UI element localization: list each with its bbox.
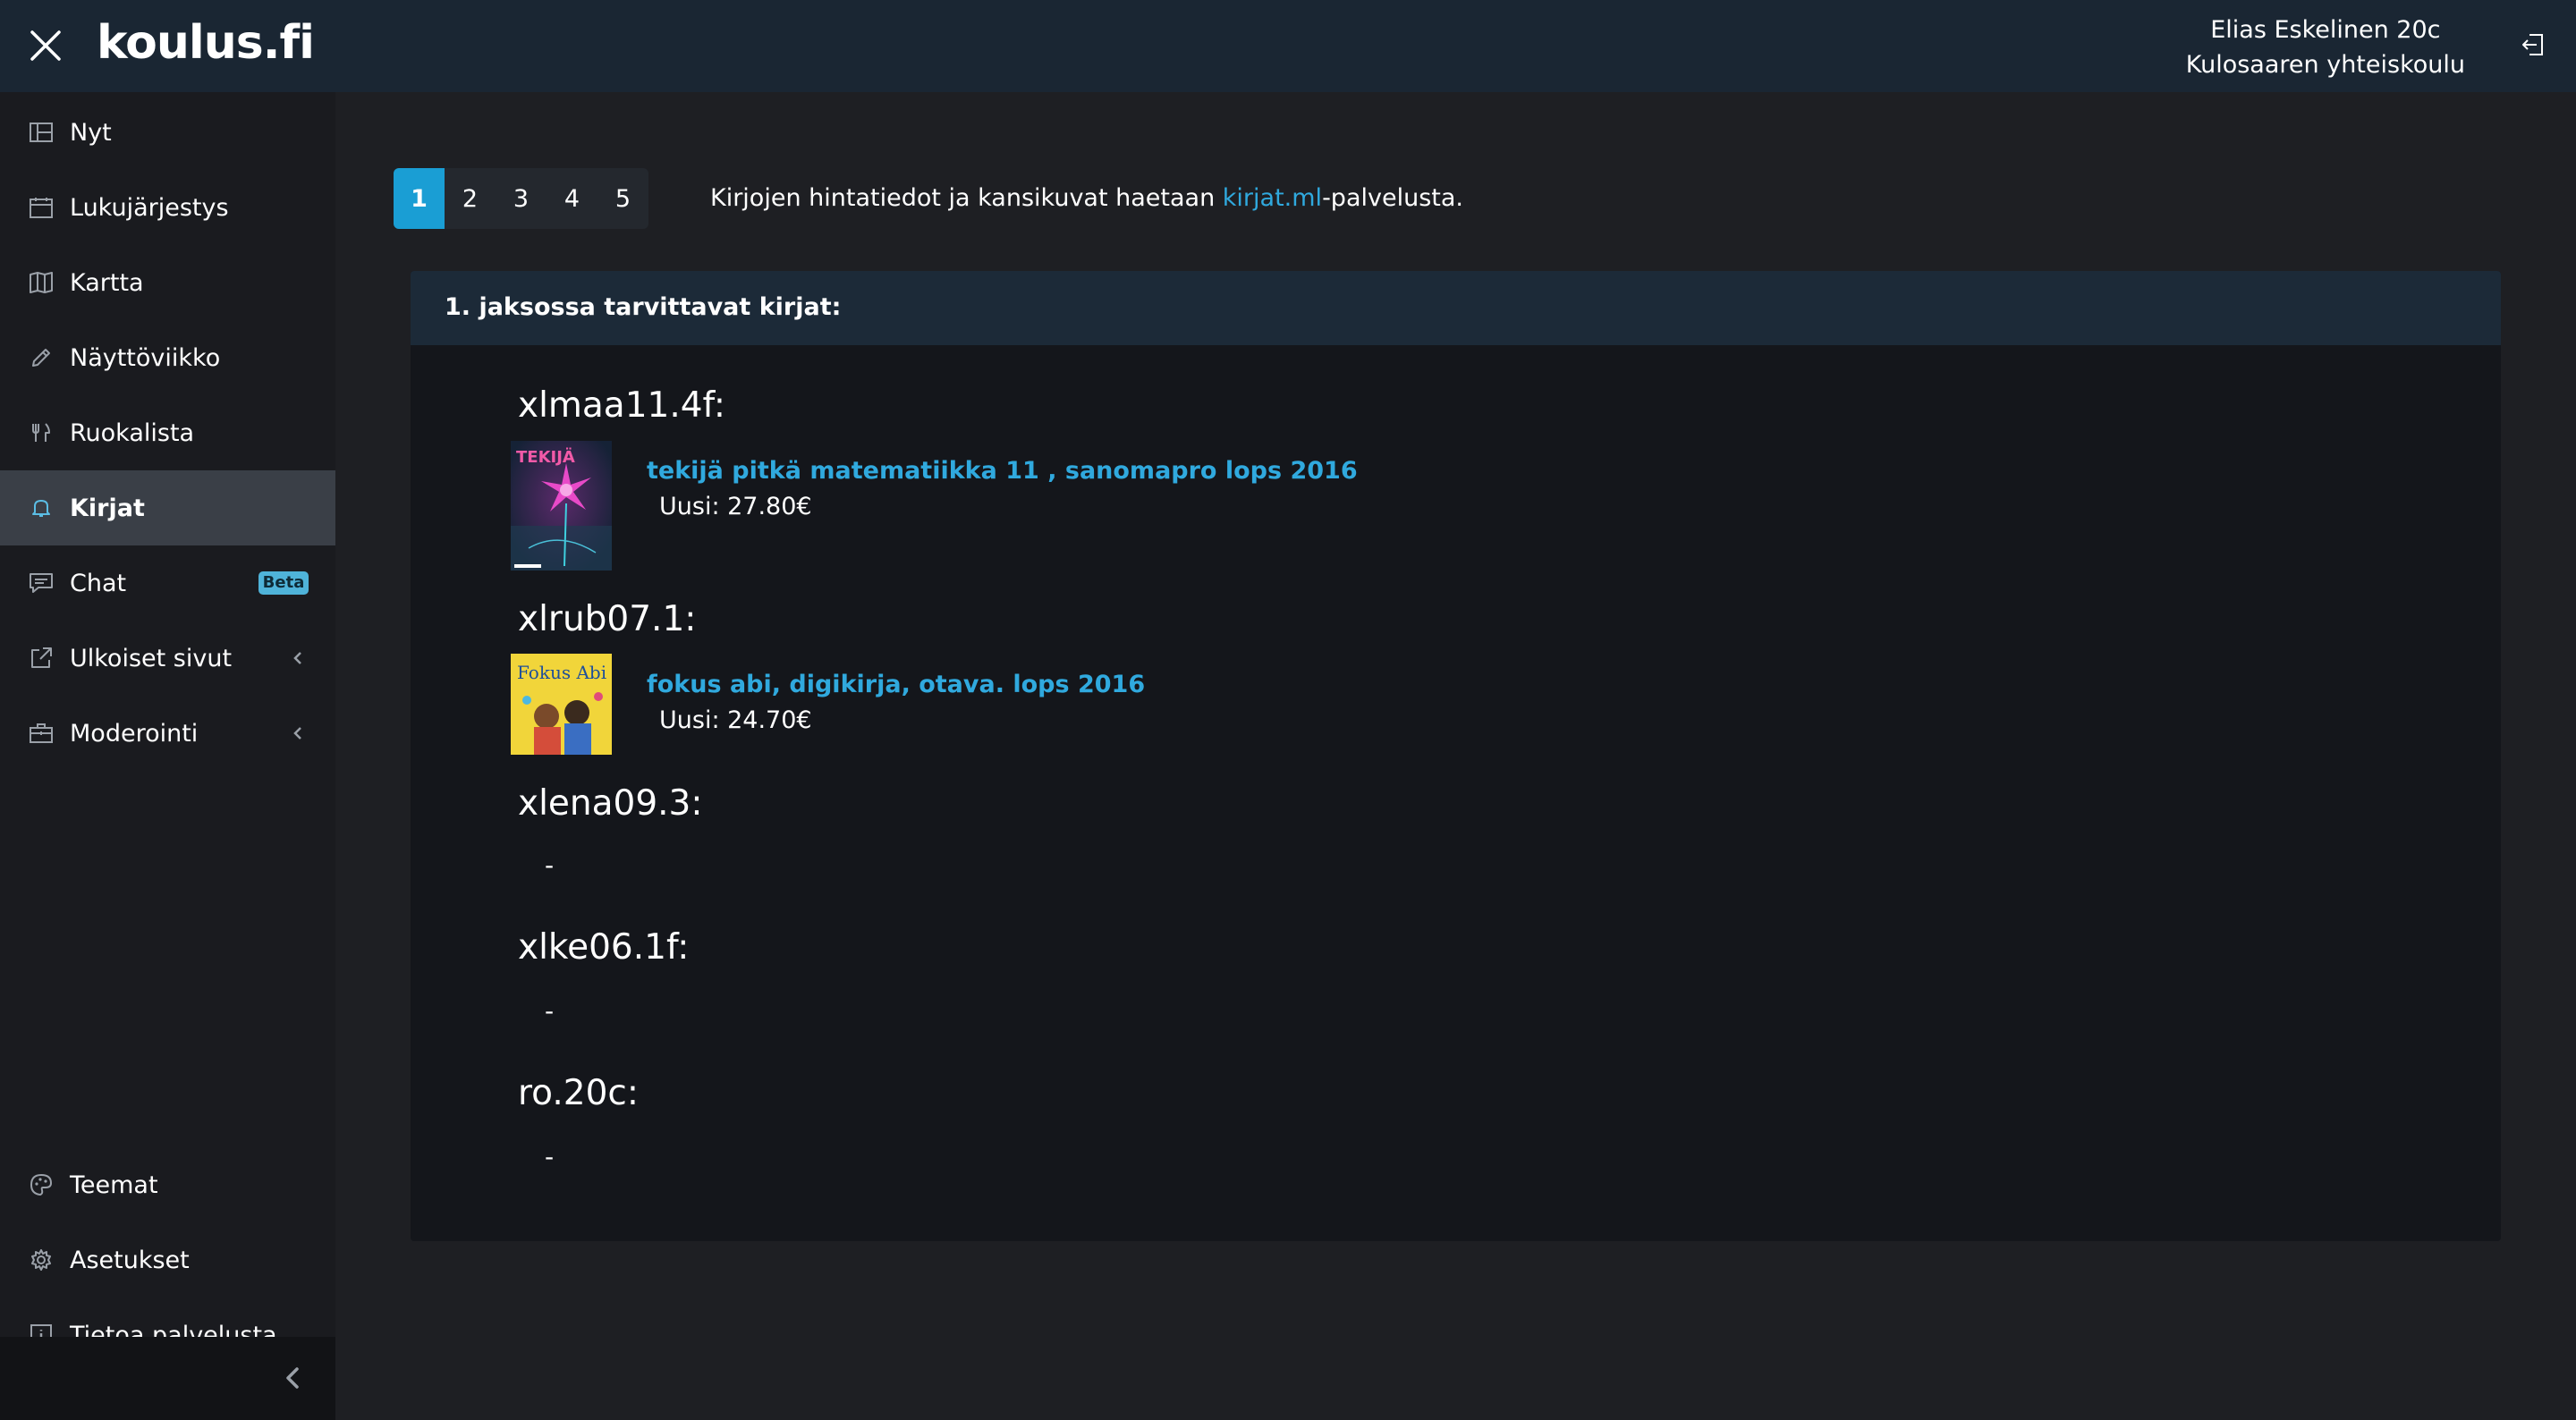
palette-icon [29, 1172, 54, 1197]
school-name: Kulosaaren yhteiskoulu [2185, 51, 2465, 79]
page-button-3[interactable]: 3 [496, 168, 547, 229]
info-prefix: Kirjojen hintatiedot ja kansikuvat haeta… [710, 184, 1223, 212]
sidebar-item-label: Kirjat [70, 494, 145, 522]
external-link-icon [29, 646, 54, 671]
course-title: xlke06.1f: [518, 927, 690, 968]
book-cover-text: Fokus Abi [517, 662, 606, 683]
book-cover-image[interactable]: TEKIJÄ [511, 441, 612, 571]
dashboard-icon [29, 120, 54, 145]
panel-header: 1. jaksossa tarvittavat kirjat: [411, 271, 2501, 345]
top-bar: koulus.fi Elias Eskelinen 20c Kulosaaren… [0, 0, 2576, 92]
sidebar-item-nyt[interactable]: Nyt [0, 95, 335, 170]
close-menu-button[interactable] [23, 23, 68, 68]
sidebar-footer [0, 1337, 335, 1420]
chevron-left-icon [293, 727, 301, 740]
info-suffix: -palvelusta. [1322, 184, 1463, 212]
book-price: Uusi: 27.80€ [659, 493, 812, 520]
sidebar-item-label: Teemat [70, 1171, 158, 1199]
logo[interactable]: koulus.fi [97, 16, 315, 70]
gear-icon [29, 1247, 54, 1272]
sidebar-item-label: Lukujärjestys [70, 193, 229, 222]
sidebar-item-kartta[interactable]: Kartta [0, 245, 335, 320]
page-button-2[interactable]: 2 [445, 168, 496, 229]
sidebar-item-label: Asetukset [70, 1246, 190, 1274]
chat-icon [29, 571, 54, 596]
sidebar-item-moderointi[interactable]: Moderointi [0, 696, 335, 771]
book-link[interactable]: fokus abi, digikirja, otava. lops 2016 [647, 671, 1145, 698]
course-title: xlrub07.1: [518, 599, 697, 639]
logout-button[interactable] [2515, 27, 2551, 63]
no-books-placeholder: - [545, 996, 555, 1026]
sidebar-item-asetukset[interactable]: Asetukset [0, 1222, 335, 1297]
no-books-placeholder: - [545, 850, 555, 880]
sidebar-item-label: Nyt [70, 118, 112, 147]
bell-icon [29, 495, 54, 520]
sidebar-item-lukujarjestys[interactable]: Lukujärjestys [0, 170, 335, 245]
sidebar-item-teemat[interactable]: Teemat [0, 1147, 335, 1222]
briefcase-icon [29, 721, 54, 746]
page-button-5[interactable]: 5 [597, 168, 648, 229]
close-icon [30, 30, 61, 61]
no-books-placeholder: - [545, 1142, 555, 1171]
sidebar-item-label: Ulkoiset sivut [70, 644, 233, 672]
fork-knife-icon [29, 420, 54, 445]
pencil-icon [29, 345, 54, 370]
sidebar-item-ulkoiset-sivut[interactable]: Ulkoiset sivut [0, 621, 335, 696]
course-title: ro.20c: [518, 1073, 639, 1113]
book-cover-fokus-abi: Fokus Abi [511, 654, 612, 755]
calendar-icon [29, 195, 54, 220]
sidebar-item-label: Kartta [70, 268, 144, 297]
chevron-left-icon [293, 652, 301, 664]
books-panel: 1. jaksossa tarvittavat kirjat: xlmaa11.… [411, 271, 2501, 1241]
course-title: xlena09.3: [518, 783, 703, 824]
book-cover-text: TEKIJÄ [516, 447, 575, 467]
sidebar-item-chat[interactable]: Chat Beta [0, 545, 335, 621]
sidebar-item-label: Näyttöviikko [70, 343, 221, 372]
book-cover-tekija: TEKIJÄ [511, 441, 612, 571]
sidebar-item-kirjat[interactable]: Kirjat [0, 470, 335, 545]
sidebar: Nyt Lukujärjestys Kartta Näyttöviikko Ru… [0, 92, 335, 1420]
logout-icon [2522, 34, 2543, 55]
kirjat-ml-link[interactable]: kirjat.ml [1223, 184, 1322, 212]
map-icon [29, 270, 54, 295]
beta-badge: Beta [258, 571, 309, 595]
book-link[interactable]: tekijä pitkä matematiikka 11 , sanomapro… [647, 457, 1358, 485]
sidebar-item-ruokalista[interactable]: Ruokalista [0, 395, 335, 470]
price-info-text: Kirjojen hintatiedot ja kansikuvat haeta… [710, 184, 1463, 212]
course-title: xlmaa11.4f: [518, 385, 726, 426]
user-name: Elias Eskelinen 20c [2210, 16, 2441, 44]
book-price: Uusi: 24.70€ [659, 706, 812, 734]
panel-title: 1. jaksossa tarvittavat kirjat: [445, 293, 842, 321]
sidebar-item-label: Ruokalista [70, 418, 195, 447]
book-cover-image[interactable]: Fokus Abi [511, 654, 612, 755]
user-info: Elias Eskelinen 20c Kulosaaren yhteiskou… [2186, 13, 2465, 82]
collapse-sidebar-button[interactable] [279, 1364, 308, 1392]
sidebar-item-label: Moderointi [70, 719, 199, 748]
sidebar-item-label: Chat [70, 569, 127, 597]
sidebar-item-nayttoviikko[interactable]: Näyttöviikko [0, 320, 335, 395]
page-button-1[interactable]: 1 [394, 168, 445, 229]
page-selector: 1 2 3 4 5 [394, 168, 648, 229]
page-button-4[interactable]: 4 [547, 168, 597, 229]
